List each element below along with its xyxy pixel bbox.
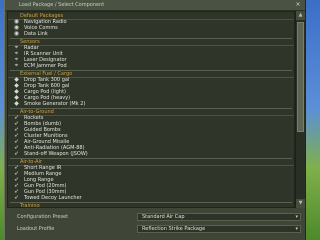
profile-select[interactable]: Reflection Strike Package ▾	[137, 225, 301, 233]
list-item[interactable]: ➶ Stand-off Weapon (JSOW)	[8, 151, 294, 157]
title-bar: Load Package / Select Component ×	[5, 0, 305, 11]
antenna-icon: ⌖	[14, 63, 19, 69]
scroll-up-icon[interactable]: ▲	[296, 11, 305, 20]
preset-value: Standard Air Cap	[142, 214, 185, 220]
scroll-thumb[interactable]	[297, 22, 304, 132]
list-item-label: Smoke Generator (Mk 2)	[24, 101, 86, 107]
list-item[interactable]: ⌖ ECM Jammer Pod	[8, 63, 294, 69]
preset-label: Configuration Preset	[17, 214, 69, 220]
list-item[interactable]: ➶ Towed Decoy Launcher	[8, 195, 294, 201]
preset-select[interactable]: Standard Air Cap ▾	[137, 213, 301, 221]
list-item[interactable]: ◆ Smoke Generator (Mk 2)	[8, 101, 294, 107]
list-item[interactable]: ◉ Data Link	[8, 31, 294, 37]
section-header-label: Training	[20, 203, 40, 208]
fuel-tank-icon: ◆	[14, 101, 19, 107]
window-title: Load Package / Select Component	[19, 2, 105, 8]
profile-label: Loadout Profile	[17, 226, 55, 232]
profile-row: Loadout Profile Reflection Strike Packag…	[7, 224, 303, 234]
missile-icon: ➶	[13, 195, 20, 201]
list-item-label: Data Link	[24, 31, 48, 37]
list-item-label: Stand-off Weapon (JSOW)	[24, 151, 88, 157]
preset-row: Configuration Preset Standard Air Cap ▾	[7, 212, 303, 222]
vertical-scrollbar[interactable]: ▲ ▼	[295, 11, 305, 208]
footer-panel: Configuration Preset Standard Air Cap ▾ …	[5, 210, 305, 240]
missile-icon: ➶	[13, 151, 20, 157]
list-item-label: ECM Jammer Pod	[24, 63, 67, 69]
list-item-label: Towed Decoy Launcher	[24, 195, 82, 201]
radio-icon: ◉	[13, 31, 20, 37]
section-header: Training	[8, 203, 294, 208]
chevron-down-icon: ▾	[295, 214, 298, 220]
profile-value: Reflection Strike Package	[142, 226, 206, 232]
scroll-down-icon[interactable]: ▼	[296, 199, 305, 208]
chevron-down-icon: ▾	[295, 226, 298, 232]
loadout-window: Load Package / Select Component × Defaul…	[4, 0, 306, 240]
close-icon[interactable]: ×	[294, 1, 302, 9]
component-list[interactable]: Default Packages ◉ Navigation Radio ◉ Voice …	[7, 11, 295, 208]
